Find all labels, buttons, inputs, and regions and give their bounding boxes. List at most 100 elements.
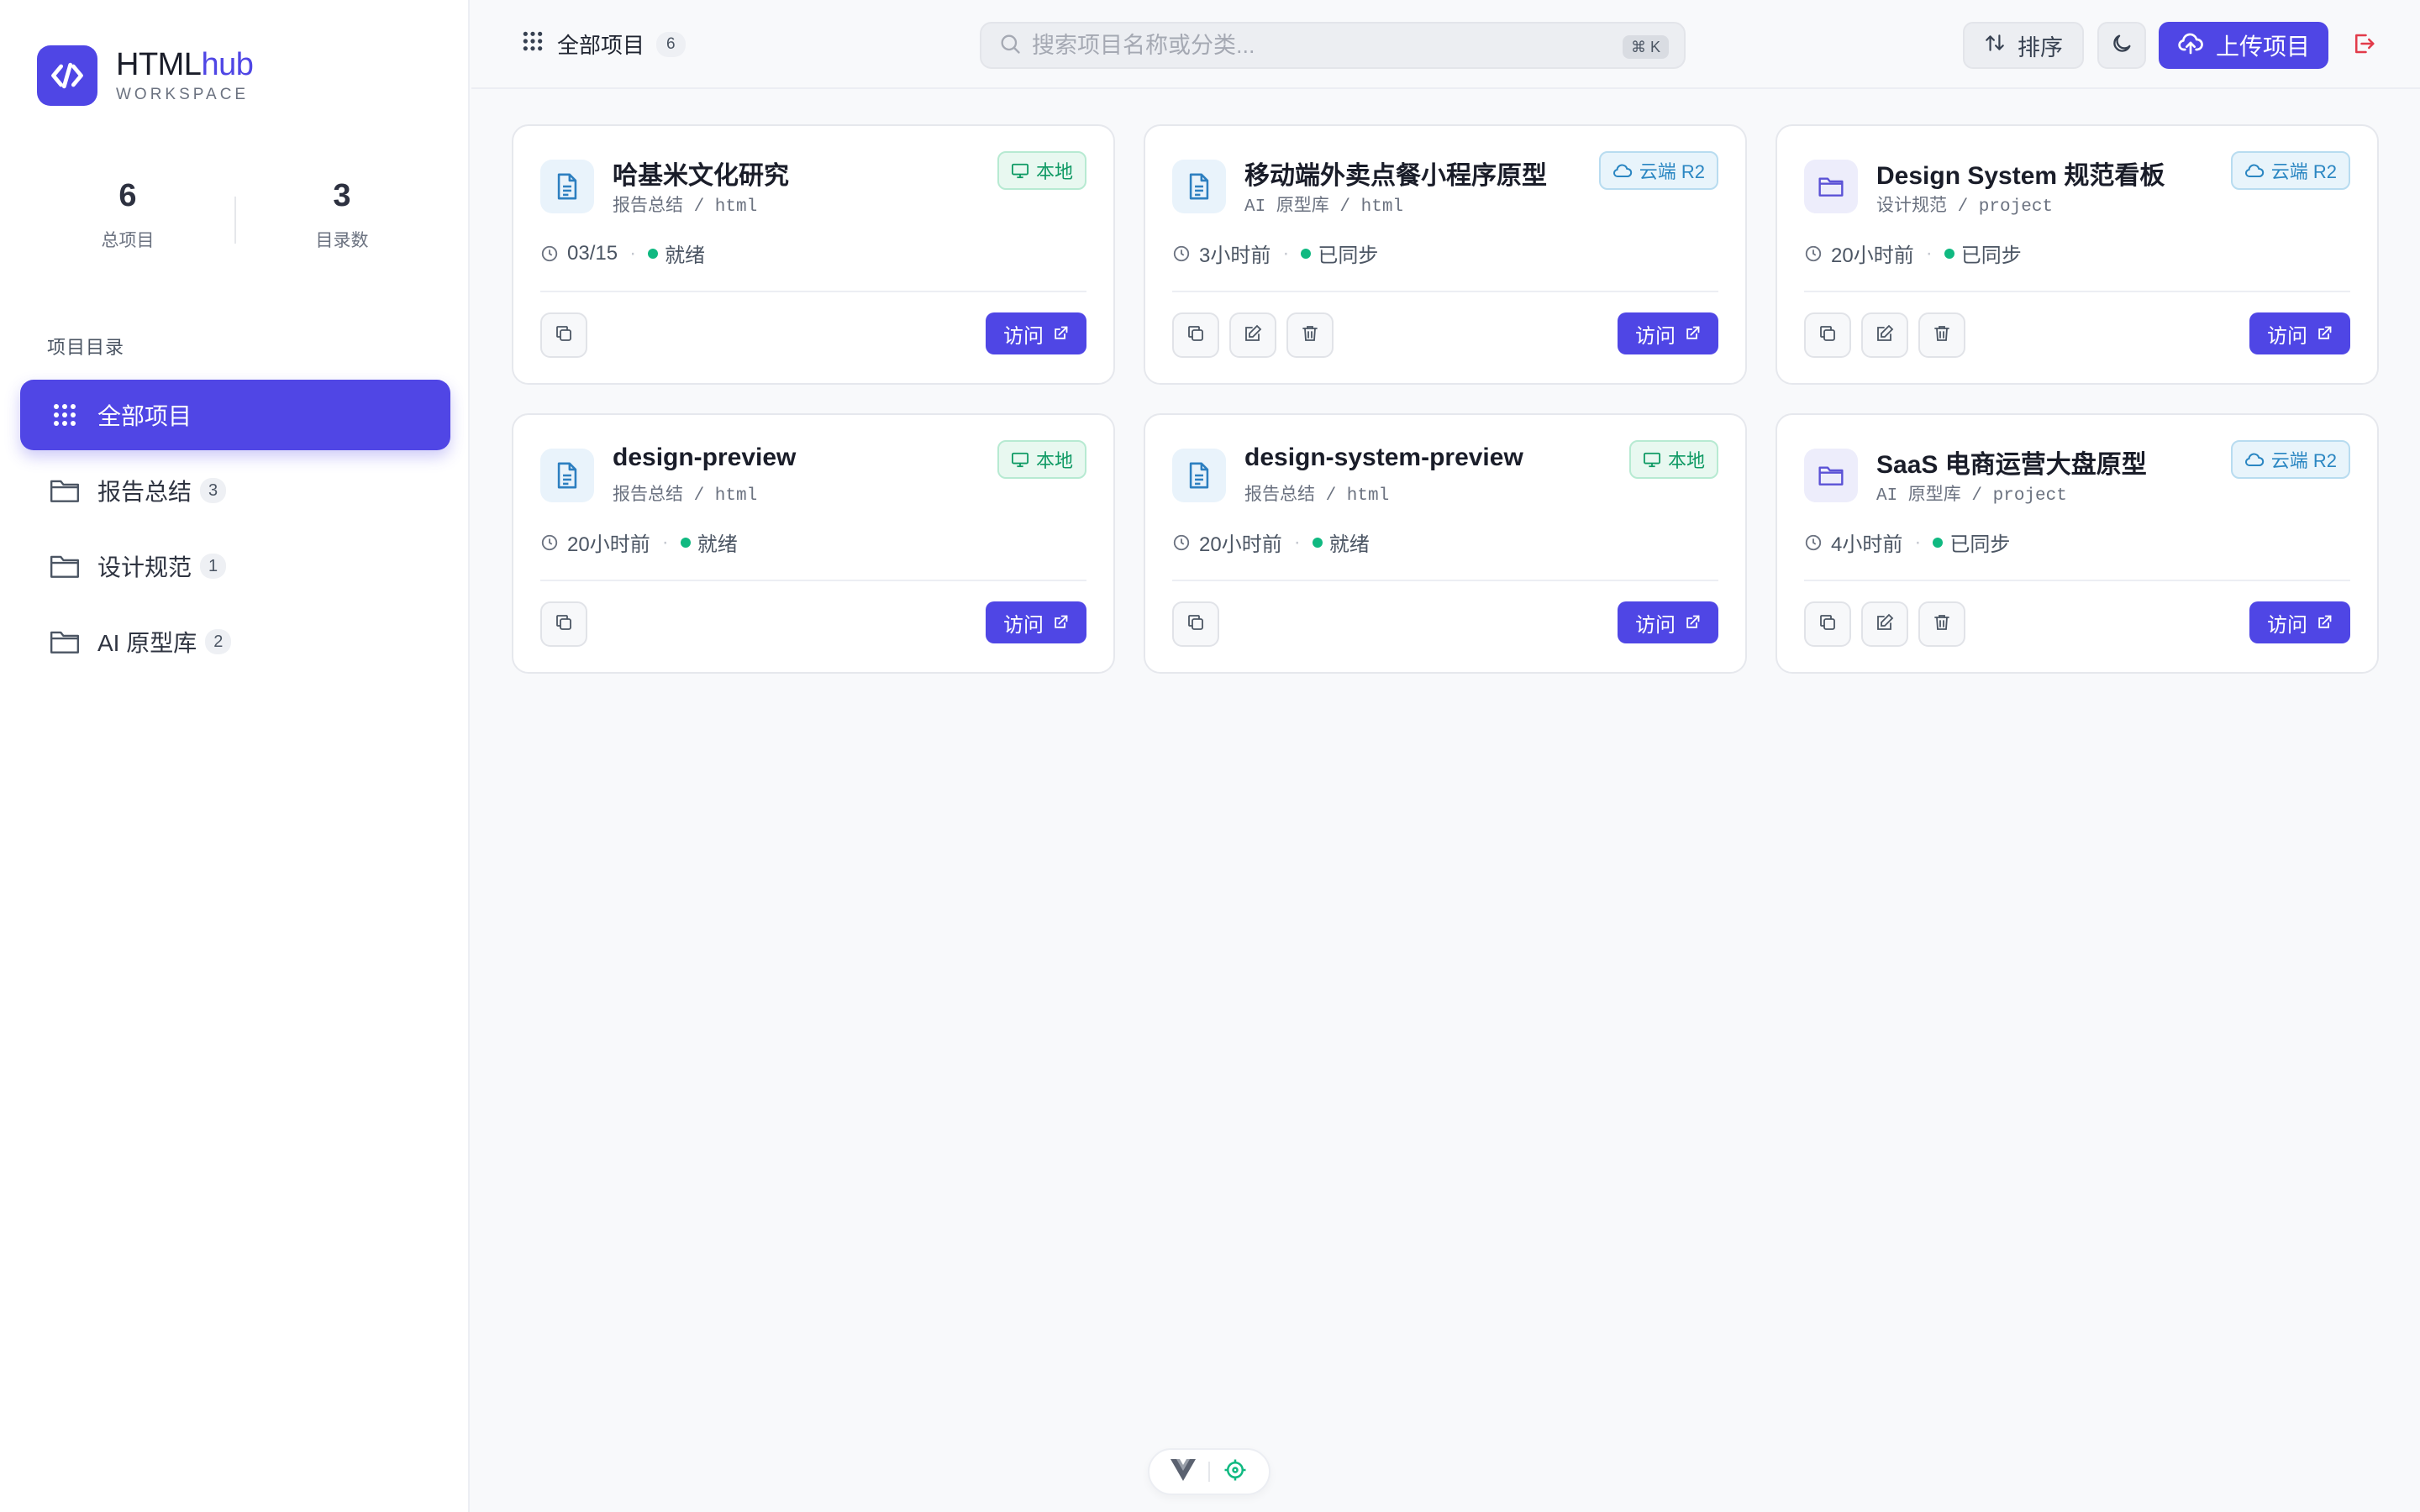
edit-button[interactable]: [1861, 601, 1908, 647]
sidebar-item-design-specs[interactable]: 设计规范 1: [20, 531, 450, 601]
project-title: 哈基米文化研究: [613, 162, 789, 190]
search-input[interactable]: [1032, 32, 1603, 59]
project-path: AI 原型库 / html: [1244, 197, 1404, 217]
copy-icon: [554, 612, 574, 637]
status-text: 就绪: [665, 244, 706, 267]
project-path: 报告总结 / html: [613, 197, 758, 217]
project-card[interactable]: SaaS 电商运营大盘原型 AI 原型库 / project 云端 R2 4小时…: [1776, 413, 2379, 674]
count-badge: 2: [205, 629, 232, 654]
folder-icon: [49, 476, 81, 505]
visit-button[interactable]: 访问: [1618, 601, 1718, 643]
delete-button[interactable]: [1918, 312, 1965, 358]
visit-label: 访问: [2267, 613, 2307, 637]
stat-value: 3: [333, 178, 351, 213]
copy-button[interactable]: [1804, 601, 1851, 647]
external-link-icon: [2316, 325, 2333, 342]
visit-label: 访问: [1635, 324, 1676, 348]
project-meta: 3小时前 · 已同步: [1172, 239, 1378, 268]
updated-time: 20小时前: [1831, 244, 1914, 267]
edit-button[interactable]: [1861, 312, 1908, 358]
status-text: 就绪: [1328, 533, 1370, 556]
breadcrumb: 全部项目 6: [522, 29, 686, 60]
meta-separator: ·: [629, 241, 637, 265]
sidebar-item-all-projects[interactable]: 全部项目: [20, 380, 450, 450]
document-icon: [540, 449, 594, 502]
code-logo-icon: [37, 45, 97, 106]
project-title: Design System 规范看板: [1876, 162, 2165, 190]
cloud-upload-icon: [2177, 30, 2204, 61]
project-meta: 20小时前 · 就绪: [1172, 528, 1370, 557]
grid-icon: [522, 30, 544, 58]
copy-button[interactable]: [1172, 312, 1219, 358]
storage-tag: 云端 R2: [2230, 440, 2350, 479]
edit-icon: [1875, 323, 1895, 348]
delete-button[interactable]: [1918, 601, 1965, 647]
monitor-icon: [1643, 451, 1661, 468]
updated-time: 20小时前: [1199, 533, 1282, 556]
visit-label: 访问: [2267, 324, 2307, 348]
sidebar-item-ai-prototypes[interactable]: AI 原型库 2: [20, 606, 450, 677]
visit-button[interactable]: 访问: [2249, 601, 2350, 643]
storage-tag: 云端 R2: [1598, 151, 1718, 190]
folder-icon: [1804, 449, 1858, 502]
breadcrumb-label: 全部项目: [557, 33, 645, 58]
card-divider: [1804, 291, 2350, 292]
delete-button[interactable]: [1286, 312, 1334, 358]
status-dot: [1933, 537, 1944, 548]
copy-button[interactable]: [1804, 312, 1851, 358]
meta-separator: ·: [1293, 530, 1301, 554]
copy-icon: [1818, 612, 1838, 637]
card-actions: [1804, 312, 1975, 358]
logo[interactable]: HTMLhub WORKSPACE: [37, 45, 254, 106]
card-divider: [540, 291, 1086, 292]
brand-title: HTMLhub: [116, 47, 254, 82]
visit-button[interactable]: 访问: [1618, 312, 1718, 354]
brand-subtitle: WORKSPACE: [116, 86, 250, 103]
monitor-icon: [1011, 162, 1029, 179]
sidebar: HTMLhub WORKSPACE 6 总项目 3 目录数 项目目录 全部项目: [0, 0, 470, 1512]
status-text: 已同步: [1318, 244, 1379, 267]
shortcut-hint: ⌘ K: [1622, 35, 1669, 59]
folder-icon: [1804, 160, 1858, 213]
copy-button[interactable]: [540, 601, 587, 647]
vue-logo-icon[interactable]: [1171, 1458, 1197, 1485]
card-divider: [1804, 580, 2350, 581]
topbar: 全部项目 6 ⌘ K 排序 上传项目: [471, 0, 2420, 89]
storage-tag-label: 云端 R2: [2270, 450, 2337, 471]
visit-button[interactable]: 访问: [986, 601, 1086, 643]
crosshair-icon[interactable]: [1223, 1457, 1248, 1487]
project-card[interactable]: design-system-preview 报告总结 / html 本地 20小…: [1144, 413, 1747, 674]
stats-panel: 6 总项目 3 目录数: [0, 176, 470, 269]
updated-time: 4小时前: [1831, 533, 1903, 556]
project-card[interactable]: design-preview 报告总结 / html 本地 20小时前 · 就绪…: [512, 413, 1115, 674]
storage-tag-label: 云端 R2: [1639, 161, 1705, 182]
project-meta: 4小时前 · 已同步: [1804, 528, 2010, 557]
status-text: 就绪: [697, 533, 738, 556]
visit-button[interactable]: 访问: [2249, 312, 2350, 354]
clock-icon: [1804, 244, 1823, 263]
copy-button[interactable]: [1172, 601, 1219, 647]
card-actions: [540, 601, 597, 647]
cloud-icon: [1612, 162, 1633, 179]
external-link-icon: [1684, 325, 1701, 342]
updated-time: 3小时前: [1199, 244, 1271, 267]
copy-icon: [1186, 612, 1206, 637]
project-card[interactable]: 哈基米文化研究 报告总结 / html 本地 03/15 · 就绪 访问: [512, 124, 1115, 385]
clock-icon: [1172, 244, 1191, 263]
storage-tag: 本地: [997, 440, 1086, 479]
project-card[interactable]: Design System 规范看板 设计规范 / project 云端 R2 …: [1776, 124, 2379, 385]
project-card[interactable]: 移动端外卖点餐小程序原型 AI 原型库 / html 云端 R2 3小时前 · …: [1144, 124, 1747, 385]
edit-button[interactable]: [1229, 312, 1276, 358]
theme-toggle-button[interactable]: [2097, 22, 2146, 69]
search-box[interactable]: ⌘ K: [980, 22, 1686, 69]
copy-button[interactable]: [540, 312, 587, 358]
logout-button[interactable]: [2347, 29, 2381, 62]
visit-button[interactable]: 访问: [986, 312, 1086, 354]
upload-project-button[interactable]: 上传项目: [2159, 22, 2328, 69]
sort-button[interactable]: 排序: [1963, 22, 2084, 69]
grid-icon: [49, 401, 81, 429]
sidebar-item-reports[interactable]: 报告总结 3: [20, 455, 450, 526]
card-actions: [1172, 601, 1229, 647]
project-path: 报告总结 / html: [1244, 486, 1390, 506]
status-dot: [1312, 537, 1323, 548]
